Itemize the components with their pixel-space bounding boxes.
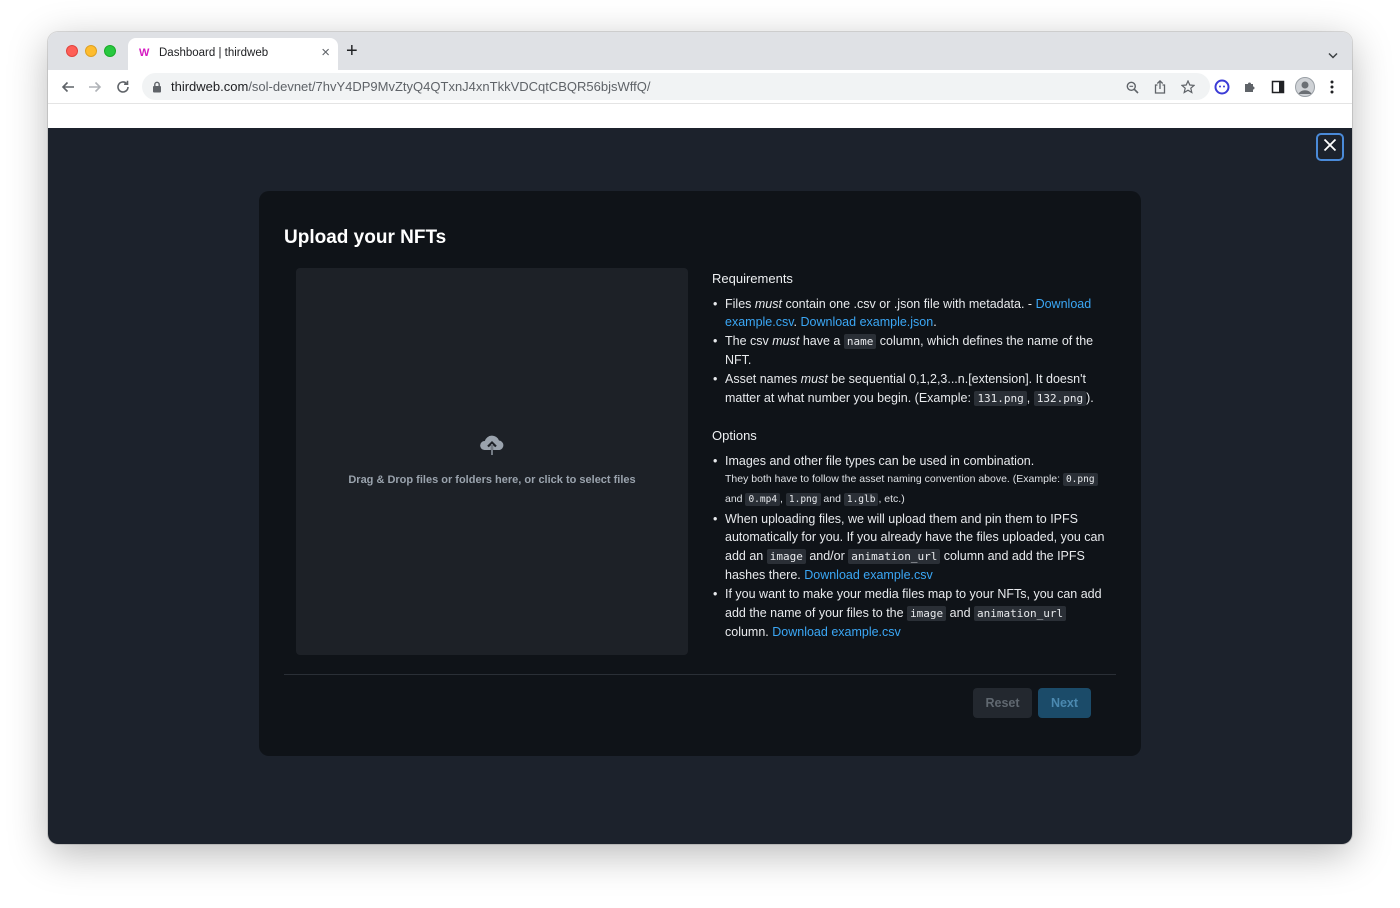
text: The csv	[725, 333, 773, 348]
list-item: If you want to make your media files map…	[712, 585, 1112, 642]
zoom-icon[interactable]	[1123, 78, 1141, 96]
upload-nfts-modal: Upload your NFTs Drag & Drop files or fo…	[259, 191, 1141, 756]
text: and	[725, 492, 746, 505]
maximize-window-button[interactable]	[104, 45, 116, 57]
code-example: 1.glb	[843, 492, 879, 506]
list-item: The csv must have a name column, which d…	[712, 332, 1112, 370]
text: .	[933, 315, 937, 330]
avatar[interactable]	[1295, 77, 1315, 97]
kebab-menu-icon[interactable]	[1322, 77, 1342, 97]
share-icon[interactable]	[1151, 78, 1169, 96]
options-heading: Options	[712, 428, 757, 444]
requirements-heading: Requirements	[712, 271, 793, 286]
close-icon	[1323, 138, 1337, 157]
browser-window: W Dashboard | thirdweb × + thirdweb.com/…	[48, 32, 1352, 844]
text: ,	[780, 492, 786, 505]
extension-icon[interactable]	[1212, 77, 1232, 97]
list-item: Files must contain one .csv or .json fil…	[712, 295, 1112, 332]
code-image: image	[907, 605, 947, 621]
side-panel-icon[interactable]	[1268, 77, 1288, 97]
reset-button[interactable]: Reset	[973, 688, 1032, 718]
list-item: Images and other file types can be used …	[712, 452, 1112, 510]
reload-icon[interactable]	[113, 77, 133, 97]
text: have a	[799, 333, 844, 348]
text: Files	[725, 296, 755, 311]
forward-arrow-icon[interactable]	[85, 77, 105, 97]
options-list: Images and other file types can be used …	[712, 452, 1112, 642]
text: column.	[725, 625, 773, 640]
emphasis: must	[772, 333, 800, 348]
code-name: name	[843, 333, 877, 349]
page-header-area	[48, 104, 1352, 128]
text: contain one .csv or .json file with meta…	[781, 296, 1036, 311]
modal-title: Upload your NFTs	[284, 227, 447, 248]
close-window-button[interactable]	[66, 45, 78, 57]
requirements-list: Files must contain one .csv or .json fil…	[712, 295, 1112, 409]
text: .	[793, 315, 801, 330]
download-example-json-link[interactable]: Download example.json	[801, 315, 934, 329]
text: ).	[1086, 390, 1094, 405]
lock-icon[interactable]	[152, 80, 162, 98]
tab-close-icon[interactable]: ×	[321, 45, 330, 61]
text: Images and other file types can be used …	[725, 453, 1035, 468]
download-example-csv-link[interactable]: Download example.csv	[804, 568, 933, 582]
code-example: 132.png	[1033, 390, 1087, 406]
new-tab-button[interactable]: +	[346, 41, 358, 61]
dropzone-text: Drag & Drop files or folders here, or cl…	[348, 474, 636, 486]
list-item: Asset names must be sequential 0,1,2,3..…	[712, 370, 1112, 408]
small-note: They both have to follow the asset namin…	[725, 470, 1112, 509]
modal-overlay: Upload your NFTs Drag & Drop files or fo…	[48, 128, 1352, 844]
download-example-csv-link[interactable]: Download example.csv	[772, 625, 901, 639]
text: , etc.)	[878, 492, 905, 505]
star-icon[interactable]	[1179, 78, 1197, 96]
puzzle-icon[interactable]	[1240, 77, 1260, 97]
minimize-window-button[interactable]	[85, 45, 97, 57]
code-example: 131.png	[974, 390, 1027, 406]
back-arrow-icon[interactable]	[58, 77, 78, 97]
text: and	[820, 492, 844, 505]
code-example: 0.png	[1062, 473, 1098, 487]
text: and	[946, 605, 974, 620]
browser-tab[interactable]: W Dashboard | thirdweb ×	[128, 38, 338, 70]
code-animation-url: animation_url	[848, 548, 941, 564]
text: Asset names	[725, 371, 801, 386]
text: They both have to follow the asset namin…	[725, 473, 1063, 486]
address-bar[interactable]: thirdweb.com/sol-devnet/7hvY4DP9MvZtyQ4Q…	[142, 73, 1210, 100]
url-host: thirdweb.com	[171, 79, 249, 94]
tab-strip: W Dashboard | thirdweb × +	[48, 32, 1352, 70]
thirdweb-favicon-icon: W	[139, 47, 149, 59]
cloud-upload-icon	[479, 434, 505, 461]
code-image: image	[766, 548, 806, 564]
next-button[interactable]: Next	[1038, 688, 1091, 718]
tab-title: Dashboard | thirdweb	[159, 47, 269, 59]
code-animation-url: animation_url	[974, 605, 1067, 621]
file-dropzone[interactable]: Drag & Drop files or folders here, or cl…	[296, 268, 688, 655]
upload-instructions: Requirements Files must contain one .csv…	[712, 270, 1112, 642]
browser-toolbar: thirdweb.com/sol-devnet/7hvY4DP9MvZtyQ4Q…	[48, 70, 1352, 104]
code-example: 0.mp4	[745, 492, 781, 506]
list-item: When uploading files, we will upload the…	[712, 510, 1112, 585]
close-modal-button[interactable]	[1316, 133, 1344, 161]
emphasis: must	[754, 296, 782, 311]
code-example: 1.png	[785, 492, 821, 506]
url-path: /sol-devnet/7hvY4DP9MvZtyQ4QTxnJ4xnTkkVD…	[248, 79, 651, 94]
text: ,	[1026, 390, 1034, 405]
text: and/or	[805, 548, 849, 563]
footer-divider	[284, 674, 1116, 675]
url-text: thirdweb.com/sol-devnet/7hvY4DP9MvZtyQ4Q…	[171, 79, 650, 94]
emphasis: must	[800, 371, 828, 386]
tab-search-chevron-down-icon[interactable]	[1328, 46, 1338, 64]
